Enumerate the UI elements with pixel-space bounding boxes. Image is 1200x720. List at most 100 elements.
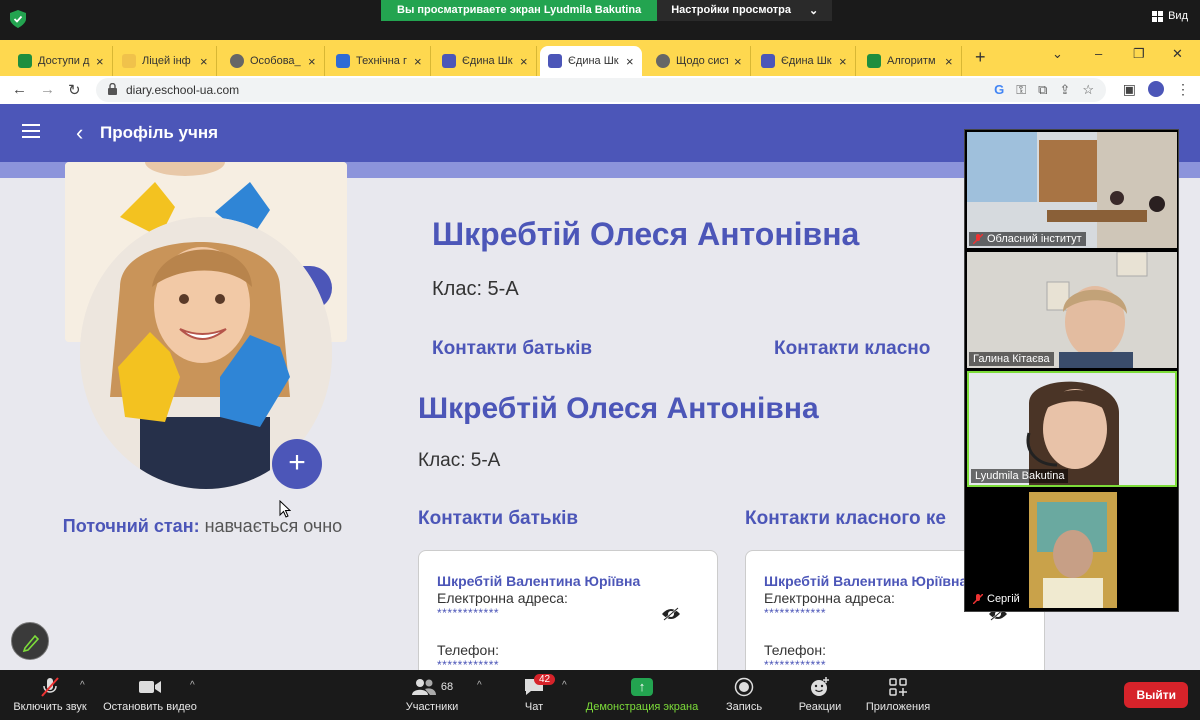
participant-name: Сергій bbox=[987, 593, 1020, 605]
tab-8[interactable]: Єдина Шк × bbox=[753, 46, 856, 76]
google-translate-icon[interactable]: G bbox=[994, 82, 1004, 98]
contacts-parents-heading: Контакти батьків bbox=[418, 508, 579, 529]
email-label: Електронна адреса: bbox=[437, 590, 568, 606]
zoom-window: Вы просматриваете экран Lyudmila Bakutin… bbox=[0, 0, 1200, 720]
tab-3[interactable]: Особова_ × bbox=[222, 46, 325, 76]
new-tab-plus-icon[interactable]: + bbox=[975, 47, 986, 68]
class-label: Клас: 5-А bbox=[418, 450, 501, 471]
participant-video-3-active-speaker[interactable]: Lyudmila Bakutina bbox=[967, 371, 1177, 487]
status-label: Поточний стан: bbox=[62, 516, 200, 536]
forward-arrow-icon[interactable]: → bbox=[40, 81, 55, 98]
share-icon[interactable]: ⇪ bbox=[1059, 82, 1070, 98]
participant-video-2[interactable]: Галина Кітаєва bbox=[967, 252, 1177, 368]
lock-icon bbox=[108, 83, 117, 95]
share-screen-button[interactable]: ↑ Демонстрация экрана bbox=[582, 676, 702, 713]
restore-icon[interactable]: ❐ bbox=[1133, 46, 1145, 62]
close-icon[interactable]: × bbox=[96, 54, 104, 69]
participants-icon bbox=[411, 679, 436, 695]
back-arrow-icon[interactable]: ← bbox=[12, 81, 27, 98]
close-icon[interactable]: × bbox=[520, 54, 528, 69]
close-icon[interactable]: × bbox=[945, 54, 953, 69]
mic-muted-icon bbox=[973, 594, 983, 604]
student-name: Шкребтій Олеся Антонівна bbox=[418, 392, 819, 425]
close-icon[interactable]: × bbox=[200, 54, 208, 69]
hamburger-menu-icon[interactable] bbox=[22, 124, 40, 142]
tab-7[interactable]: Щодо сист × bbox=[648, 46, 751, 76]
apps-icon bbox=[889, 678, 907, 696]
contact-name: Шкребтій Валентина Юріївна bbox=[437, 573, 641, 589]
tab-5[interactable]: Єдина Шк × bbox=[434, 46, 537, 76]
view-options-button[interactable]: Настройки просмотра ⌄ bbox=[657, 0, 833, 21]
mouse-cursor-icon bbox=[279, 500, 291, 518]
security-shield-icon[interactable] bbox=[10, 10, 26, 28]
status-value: навчається очно bbox=[204, 516, 343, 536]
tab-4[interactable]: Технічна г × bbox=[328, 46, 431, 76]
address-bar: ← → ↻ diary.eschool-ua.com G ⚿ ⧉ ⇪ ☆ ▣ ⋮ bbox=[0, 76, 1200, 104]
tab-search-chevron-icon[interactable]: ⌄ bbox=[1052, 46, 1063, 62]
reload-icon[interactable]: ↻ bbox=[68, 81, 81, 99]
share-screen-arrow-icon: ↑ bbox=[631, 678, 653, 696]
student-name-ghost: Шкребтій Олеся Антонівна bbox=[432, 216, 860, 252]
audio-options-chevron-icon[interactable]: ^ bbox=[80, 680, 85, 691]
chevron-down-icon: ⌄ bbox=[809, 5, 819, 17]
tab-6-active[interactable]: Єдина Шк × bbox=[540, 46, 642, 76]
kebab-menu-icon[interactable]: ⋮ bbox=[1176, 81, 1190, 98]
side-panel-icon[interactable]: ▣ bbox=[1123, 81, 1136, 98]
tab-2[interactable]: Ліцей інф × bbox=[114, 46, 217, 76]
reactions-button[interactable]: Реакции bbox=[794, 676, 846, 713]
participant-video-1[interactable]: Обласний інститут bbox=[967, 132, 1177, 248]
chat-options-chevron-icon[interactable]: ^ bbox=[562, 680, 567, 691]
share-notice: Вы просматриваете экран Lyudmila Bakutin… bbox=[381, 0, 658, 21]
bookmark-star-icon[interactable]: ☆ bbox=[1082, 82, 1094, 98]
tab-9[interactable]: Алгоритм × bbox=[859, 46, 962, 76]
participant-name: Lyudmila Bakutina bbox=[975, 470, 1065, 482]
globe-icon bbox=[656, 54, 670, 68]
close-icon[interactable]: × bbox=[626, 54, 634, 69]
close-window-icon[interactable]: ✕ bbox=[1172, 46, 1183, 62]
email-value: ************ bbox=[437, 606, 500, 620]
zoom-top-bar: Вы просматриваете экран Lyudmila Bakutin… bbox=[0, 0, 1200, 40]
zoom-toolbar: Включить звук ^ Остановить видео ^ 68 Уч… bbox=[0, 670, 1200, 720]
profile-avatar-icon[interactable] bbox=[1148, 81, 1164, 97]
video-camera-icon bbox=[139, 681, 161, 693]
url-field[interactable]: diary.eschool-ua.com G ⚿ ⧉ ⇪ ☆ bbox=[96, 78, 1106, 102]
unmute-button[interactable]: Включить звук bbox=[10, 676, 90, 713]
chat-button[interactable]: 42 Чат bbox=[514, 674, 556, 713]
minimize-icon[interactable]: – bbox=[1095, 46, 1102, 61]
pencil-icon bbox=[22, 634, 40, 653]
close-icon[interactable]: × bbox=[839, 54, 847, 69]
url-text: diary.eschool-ua.com bbox=[126, 83, 240, 97]
mic-muted-icon bbox=[973, 234, 983, 244]
apps-button[interactable]: Приложения bbox=[862, 676, 934, 713]
contacts-teacher-heading: Контакти класного ке bbox=[745, 508, 946, 529]
close-icon[interactable]: × bbox=[414, 54, 422, 69]
participants-button[interactable]: 68 Участники bbox=[400, 676, 464, 713]
participants-options-chevron-icon[interactable]: ^ bbox=[477, 680, 482, 691]
screen-share-banner: Вы просматриваете экран Lyudmila Bakutin… bbox=[381, 0, 833, 21]
contacts-parents-ghost: Контакти батьків bbox=[432, 338, 593, 354]
plus-icon: + bbox=[288, 446, 306, 479]
participant-name: Обласний інститут bbox=[987, 233, 1082, 245]
phone-value: ************ bbox=[437, 658, 500, 670]
video-options-chevron-icon[interactable]: ^ bbox=[190, 680, 195, 691]
close-icon[interactable]: × bbox=[734, 54, 742, 69]
annotate-pencil-button[interactable] bbox=[11, 622, 49, 660]
eye-hidden-icon[interactable] bbox=[661, 607, 681, 621]
tab-1[interactable]: Доступи д × bbox=[10, 46, 113, 76]
chat-unread-badge: 42 bbox=[534, 674, 556, 685]
view-button[interactable]: Вид bbox=[1152, 10, 1188, 22]
parent-contact-card: Шкребтій Валентина Юріївна Електронна ад… bbox=[418, 550, 718, 670]
stop-video-button[interactable]: Остановить видео bbox=[100, 676, 200, 713]
participant-name: Галина Кітаєва bbox=[973, 353, 1050, 365]
add-photo-button[interactable]: + bbox=[272, 439, 322, 489]
student-status: Поточний стан: навчається очно bbox=[60, 514, 345, 538]
open-external-icon[interactable]: ⧉ bbox=[1038, 82, 1047, 98]
close-icon[interactable]: × bbox=[308, 54, 316, 69]
back-chevron-icon[interactable]: ‹ bbox=[76, 120, 83, 146]
key-icon[interactable]: ⚿ bbox=[1016, 82, 1026, 98]
puzzle-icon bbox=[336, 54, 350, 68]
leave-meeting-button[interactable]: Выйти bbox=[1124, 682, 1188, 708]
record-button[interactable]: Запись bbox=[720, 676, 768, 713]
phone-value: ************ bbox=[764, 658, 827, 670]
participant-video-4[interactable]: Сергій bbox=[967, 492, 1177, 608]
